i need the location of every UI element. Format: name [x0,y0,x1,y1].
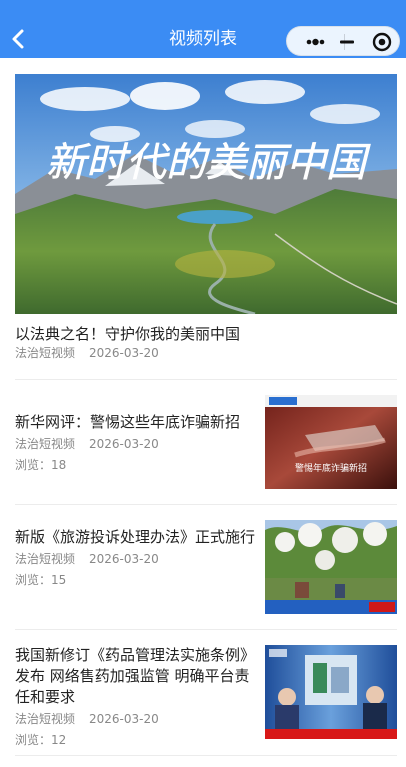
source-label: 法治短视频 [15,712,76,726]
minus-icon [340,40,354,44]
featured-meta: 法治短视频 2026-03-20 [15,344,397,362]
item-meta: 法治短视频 2026-03-20 [15,710,263,728]
views-count: 浏览：15 [15,573,67,587]
date-label: 2026-03-20 [89,437,159,451]
divider [15,755,397,756]
featured-title[interactable]: 以法典之名！守护你我的美丽中国 [15,324,397,344]
item-title[interactable]: 新华网评：警惕这些年底诈骗新招 [15,412,263,433]
divider [15,504,397,505]
item-text: 新华网评：警惕这些年底诈骗新招 法治短视频 2026-03-20 浏览：18 [15,412,263,474]
featured-thumbnail[interactable]: 新时代的美丽中国 [15,74,397,314]
item-meta: 法治短视频 2026-03-20 [15,435,263,453]
source-label: 法治短视频 [15,552,76,566]
item-thumbnail[interactable] [265,645,397,739]
capsule-menu [286,26,400,56]
item-thumbnail[interactable]: 警惕年底诈骗新招 [265,395,397,489]
date-label: 2026-03-20 [89,552,159,566]
divider [15,629,397,630]
item-thumbnail[interactable] [265,520,397,614]
thumb-caption: 警惕年底诈骗新招 [295,462,367,474]
item-title[interactable]: 新版《旅游投诉处理办法》正式施行 [15,527,263,548]
more-button[interactable] [295,27,339,57]
views-count: 浏览：18 [15,458,67,472]
item-meta: 法治短视频 2026-03-20 [15,550,263,568]
close-button[interactable] [367,27,397,57]
list-item[interactable]: 新华网评：警惕这些年底诈骗新招 法治短视频 2026-03-20 浏览：18 警惕… [15,395,397,489]
more-dots-icon [306,38,325,46]
views-count: 浏览：12 [15,733,67,747]
minimize-button[interactable] [334,27,364,57]
date-label: 2026-03-20 [89,712,159,726]
item-text: 新版《旅游投诉处理办法》正式施行 法治短视频 2026-03-20 浏览：15 [15,527,263,589]
nav-bar: 视频列表 [0,0,406,58]
featured-video[interactable]: 新时代的美丽中国 以法典之名！守护你我的美丽中国 法治短视频 2026-03-20 [15,74,397,362]
list-item[interactable]: 新版《旅游投诉处理办法》正式施行 法治短视频 2026-03-20 浏览：15 [15,520,397,614]
date-label: 2026-03-20 [89,346,159,360]
list-item[interactable]: 我国新修订《药品管理法实施条例》发布 网络售药加强监管 明确平台责任和要求 法治… [15,645,397,747]
source-label: 法治短视频 [15,346,76,360]
source-label: 法治短视频 [15,437,76,451]
item-text: 我国新修订《药品管理法实施条例》发布 网络售药加强监管 明确平台责任和要求 法治… [15,645,263,749]
divider [15,379,397,380]
featured-image-text: 新时代的美丽中国 [46,140,371,186]
item-title[interactable]: 我国新修订《药品管理法实施条例》发布 网络售药加强监管 明确平台责任和要求 [15,645,263,708]
target-circle-icon [372,32,392,52]
